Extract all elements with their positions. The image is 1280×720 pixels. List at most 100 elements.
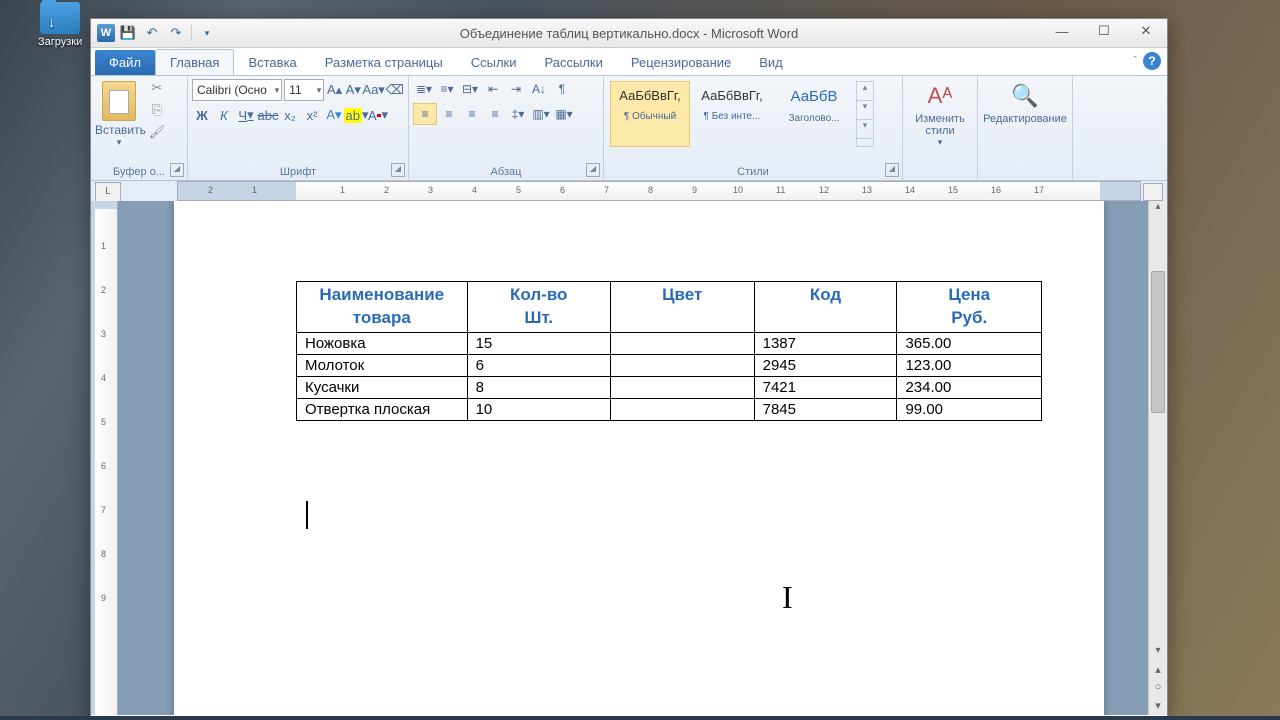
th-code[interactable]: Код — [754, 282, 897, 333]
table-row[interactable]: Молоток62945123.00 — [297, 354, 1042, 376]
document-table[interactable]: Наименованиетовара Кол-воШт. Цвет Код Це… — [296, 281, 1042, 421]
window-title: Объединение таблиц вертикально.docx - Mi… — [91, 26, 1167, 41]
underline-button[interactable]: Ч▾ — [236, 105, 256, 125]
document-page[interactable]: Наименованиетовара Кол-воШт. Цвет Код Це… — [174, 201, 1104, 715]
align-left-button[interactable]: ≡ — [413, 103, 437, 125]
shading-button[interactable]: ▥▾ — [530, 104, 552, 124]
multilevel-button[interactable]: ⊟▾ — [459, 79, 481, 99]
borders-button[interactable]: ▦▾ — [553, 104, 575, 124]
bullets-button[interactable]: ≣▾ — [413, 79, 435, 99]
redo-button[interactable]: ↷ — [165, 23, 187, 43]
subscript-button[interactable]: x₂ — [280, 105, 300, 125]
style-heading1[interactable]: АаБбВ Заголово... — [774, 81, 854, 147]
align-right-button[interactable]: ≡ — [461, 104, 483, 124]
th-name[interactable]: Наименованиетовара — [297, 282, 468, 333]
word-window: W 💾 ↶ ↷ ▾ Объединение таблиц вертикально… — [90, 18, 1168, 718]
font-size-combo[interactable]: 11▾ — [284, 79, 324, 101]
text-cursor — [306, 501, 308, 529]
group-paragraph: ≣▾ ≡▾ ⊟▾ ⇤ ⇥ A↓ ¶ ≡ ≡ ≡ ≡ ‡▾ ▥▾ ▦▾ — [409, 76, 604, 180]
desktop-shortcut-downloads[interactable]: ↓ Загрузки — [38, 2, 82, 48]
titlebar: W 💾 ↶ ↷ ▾ Объединение таблиц вертикально… — [91, 19, 1167, 48]
line-spacing-button[interactable]: ‡▾ — [507, 104, 529, 124]
group-change-styles: Aᴬ Изменить стили ▾ — [903, 76, 978, 180]
scroll-thumb[interactable] — [1151, 271, 1165, 413]
th-qty[interactable]: Кол-воШт. — [467, 282, 610, 333]
styles-launcher[interactable]: ◢ — [885, 163, 899, 177]
scroll-up-arrow[interactable]: ▴ — [1149, 201, 1167, 217]
align-center-button[interactable]: ≡ — [438, 104, 460, 124]
th-color[interactable]: Цвет — [610, 282, 754, 333]
maximize-button[interactable]: ☐ — [1083, 19, 1125, 43]
grow-font-button[interactable]: A▴ — [326, 80, 343, 100]
change-styles-button[interactable]: Aᴬ Изменить стили ▾ — [907, 83, 973, 148]
vertical-scrollbar[interactable]: ▴ ▾ ▴ ○ ▾ — [1148, 201, 1167, 715]
desktop-shortcut-label: Загрузки — [38, 36, 82, 48]
tab-file[interactable]: Файл — [95, 50, 155, 75]
tab-page-layout[interactable]: Разметка страницы — [311, 50, 457, 75]
quick-access-toolbar: W 💾 ↶ ↷ ▾ — [91, 23, 218, 43]
justify-button[interactable]: ≡ — [484, 104, 506, 124]
style-no-spacing[interactable]: АаБбВвГг, ¶ Без инте... — [692, 81, 772, 147]
style-gallery-more[interactable]: ▴▾▾ — [856, 81, 874, 147]
superscript-button[interactable]: x² — [302, 105, 322, 125]
highlight-button[interactable]: ab▾ — [346, 105, 366, 125]
workspace: 1 2 3 4 5 6 7 8 9 Наименованиетовара Кол… — [91, 201, 1167, 715]
decrease-indent-button[interactable]: ⇤ — [482, 79, 504, 99]
view-ruler-toggle[interactable] — [1143, 183, 1163, 201]
tab-references[interactable]: Ссылки — [457, 50, 531, 75]
format-painter-button[interactable]: 🖌 — [147, 124, 167, 142]
paste-button[interactable]: Вставить ▾ — [95, 81, 143, 148]
group-editing: 🔍 Редактирование — [978, 76, 1073, 180]
tab-view[interactable]: Вид — [745, 50, 797, 75]
cut-button[interactable]: ✂ — [147, 80, 167, 98]
browse-object-button[interactable]: ○ — [1149, 681, 1167, 697]
group-clipboard: Вставить ▾ ✂ ⎘ 🖌 Буфер о... ◢ — [91, 76, 188, 180]
table-row[interactable]: Отвертка плоская10784599.00 — [297, 398, 1042, 420]
tab-home[interactable]: Главная — [155, 49, 234, 75]
sort-button[interactable]: A↓ — [528, 79, 550, 99]
find-replace-button[interactable]: 🔍 Редактирование — [982, 83, 1068, 125]
tab-insert[interactable]: Вставка — [234, 50, 310, 75]
th-price[interactable]: ЦенаРуб. — [897, 282, 1042, 333]
tab-review[interactable]: Рецензирование — [617, 50, 745, 75]
next-page-button[interactable]: ▾ — [1149, 699, 1167, 715]
numbering-button[interactable]: ≡▾ — [436, 79, 458, 99]
increase-indent-button[interactable]: ⇥ — [505, 79, 527, 99]
save-button[interactable]: 💾 — [117, 23, 139, 43]
scroll-down-arrow[interactable]: ▾ — [1149, 645, 1167, 661]
prev-page-button[interactable]: ▴ — [1149, 663, 1167, 679]
bold-button[interactable]: Ж — [192, 105, 212, 125]
group-styles: АаБбВвГг, ¶ Обычный АаБбВвГг, ¶ Без инте… — [604, 76, 903, 180]
minimize-button[interactable]: ― — [1041, 19, 1083, 43]
shrink-font-button[interactable]: A▾ — [345, 80, 362, 100]
clear-formatting-button[interactable]: ⌫ — [386, 80, 404, 100]
group-font: Calibri (Осно▾ 11▾ A▴ A▾ Aa▾ ⌫ Ж К Ч▾ ab… — [188, 76, 409, 180]
hruler[interactable]: 1 2 1 2 3 4 5 6 7 8 9 10 11 12 13 14 15 … — [177, 181, 1141, 201]
ruler-vertical[interactable]: 1 2 3 4 5 6 7 8 9 — [95, 201, 118, 715]
font-color-button[interactable]: A▾ — [368, 105, 388, 125]
style-normal[interactable]: АаБбВвГг, ¶ Обычный — [610, 81, 690, 147]
table-row[interactable]: Ножовка151387365.00 — [297, 332, 1042, 354]
undo-button[interactable]: ↶ — [141, 23, 163, 43]
text-effects-button[interactable]: A▾ — [324, 105, 344, 125]
font-family-combo[interactable]: Calibri (Осно▾ — [192, 79, 282, 101]
word-app-icon[interactable]: W — [97, 24, 115, 42]
ribbon-collapse-icon[interactable]: ˆ — [1133, 55, 1137, 67]
strikethrough-button[interactable]: abc — [258, 105, 278, 125]
clipboard-launcher[interactable]: ◢ — [170, 163, 184, 177]
table-row[interactable]: Кусачки87421234.00 — [297, 376, 1042, 398]
ribbon: Вставить ▾ ✂ ⎘ 🖌 Буфер о... ◢ Calibri (О… — [91, 75, 1167, 181]
copy-button[interactable]: ⎘ — [147, 102, 167, 120]
ribbon-tabs: Файл Главная Вставка Разметка страницы С… — [91, 48, 1167, 75]
qat-customize[interactable]: ▾ — [196, 23, 218, 43]
italic-button[interactable]: К — [214, 105, 234, 125]
tab-mailings[interactable]: Рассылки — [531, 50, 617, 75]
close-button[interactable]: ✕ — [1125, 19, 1167, 43]
table-header-row: Наименованиетовара Кол-воШт. Цвет Код Це… — [297, 282, 1042, 333]
show-marks-button[interactable]: ¶ — [551, 79, 573, 99]
taskbar[interactable] — [0, 716, 1280, 720]
paragraph-launcher[interactable]: ◢ — [586, 163, 600, 177]
help-icon[interactable]: ? — [1143, 52, 1161, 70]
change-case-button[interactable]: Aa▾ — [364, 80, 384, 100]
font-launcher[interactable]: ◢ — [391, 163, 405, 177]
